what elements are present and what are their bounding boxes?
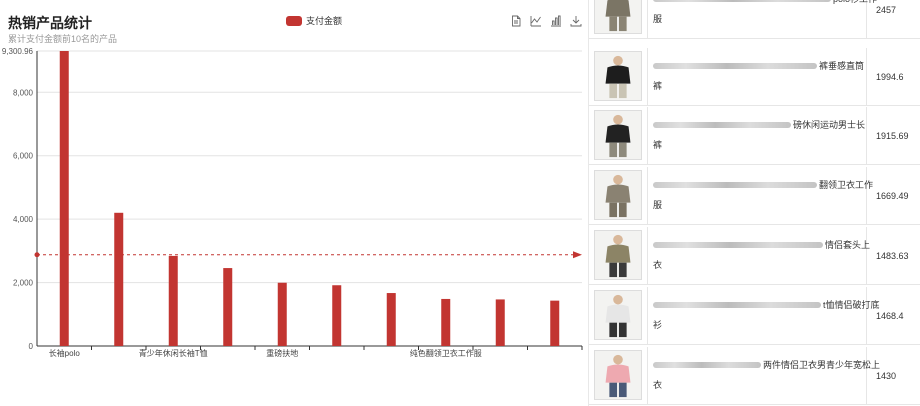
y-tick-label: 9,300.96 (2, 47, 34, 56)
payment-amount-cell: 1994.6 (876, 72, 904, 82)
table-row[interactable]: 情侣套头上衣 1483.63 (589, 227, 920, 285)
product-thumbnail[interactable] (594, 0, 642, 34)
table-row[interactable]: 磅休闲运动男士长裤 1915.69 (589, 107, 920, 165)
product-thumbnail[interactable] (594, 350, 642, 400)
x-tick-label: 重磅扶地 (266, 348, 298, 358)
chart-panel: 0 2,000 4,000 6,000 8,000 9,300.96 长袖polo 青少年休闲… (0, 0, 588, 406)
payment-amount-cell: 1669.49 (876, 191, 909, 201)
product-name-cell: t恤情侣破打底衫 (649, 287, 880, 345)
bar[interactable] (550, 300, 560, 346)
bar[interactable] (223, 268, 233, 346)
product-name-text-line2: 衫 (653, 320, 663, 330)
bar[interactable] (59, 51, 69, 346)
bar[interactable] (332, 285, 342, 346)
product-name-text: 翻领卫衣工作 (819, 180, 874, 190)
product-thumbnail[interactable] (594, 290, 642, 340)
redacted-text (653, 0, 831, 2)
product-name-text: 两件情侣卫衣男青少年宽松上 (763, 360, 881, 370)
product-name-cell: 两件情侣卫衣男青少年宽松上衣 (649, 347, 880, 405)
product-image-cell (589, 0, 648, 39)
product-name-text: 磅休闲运动男士长 (793, 120, 866, 130)
product-name-text-line2: 服 (653, 14, 663, 24)
product-table[interactable]: polo衫工作服2457 裤垂感直筒裤1994.6 磅休闲运动男士长裤1915.… (589, 0, 920, 406)
table-row[interactable]: polo衫工作服2457 (589, 0, 920, 39)
product-thumbnail[interactable] (594, 230, 642, 280)
payment-amount-cell: 2457 (876, 5, 897, 15)
x-tick-label: 纯色翻领卫衣工作服 (410, 348, 482, 358)
bar-chart-icon[interactable] (550, 15, 562, 27)
table-row[interactable]: 裤垂感直筒裤 1994.6 (589, 48, 920, 106)
product-name-cell: polo衫工作服 (649, 0, 877, 39)
x-tick-label: 青少年休闲长袖T恤 (139, 348, 208, 358)
average-line-arrow (573, 251, 582, 259)
product-name-text: 裤垂感直筒 (819, 61, 865, 71)
product-name-cell: 裤垂感直筒裤 (649, 48, 867, 106)
product-name-text-line2: 裤 (653, 81, 663, 91)
redacted-text (653, 182, 817, 188)
redacted-text (653, 302, 821, 308)
bar[interactable] (114, 212, 124, 346)
bar[interactable] (441, 298, 451, 346)
redacted-text (653, 63, 817, 69)
product-name-cell: 情侣套头上衣 (649, 227, 871, 285)
download-icon[interactable] (570, 15, 582, 27)
product-thumbnail[interactable] (594, 170, 642, 220)
redacted-text (653, 362, 761, 368)
table-row[interactable]: 两件情侣卫衣男青少年宽松上衣 1430 (589, 347, 920, 405)
product-name-text: 情侣套头上 (825, 240, 871, 250)
line-chart-icon[interactable] (530, 15, 542, 27)
redacted-text (653, 242, 823, 248)
legend-label: 支付金额 (306, 16, 343, 26)
product-image-cell (589, 167, 648, 225)
bar-chart: 0 2,000 4,000 6,000 8,000 9,300.96 长袖polo 青少年休闲… (2, 47, 583, 358)
bar[interactable] (168, 255, 178, 346)
chart-title: 热销产品统计 (8, 15, 92, 31)
table-row[interactable]: 翻领卫衣工作服 1669.49 (589, 167, 920, 225)
bar[interactable] (277, 282, 287, 346)
product-name-cell: 翻领卫衣工作服 (649, 167, 873, 225)
y-tick-label: 6,000 (13, 152, 34, 161)
product-name-cell: 磅休闲运动男士长裤 (649, 107, 867, 165)
product-image-cell (589, 287, 648, 345)
legend-swatch (286, 15, 302, 26)
payment-amount-cell: 1483.63 (876, 251, 909, 261)
redacted-text (653, 122, 791, 128)
bar[interactable] (386, 293, 396, 346)
payment-amount-cell: 1468.4 (876, 311, 904, 321)
product-name-text-line2: 衣 (653, 260, 663, 270)
product-name-text-line2: 裤 (653, 140, 663, 150)
product-image-cell (589, 107, 648, 165)
product-thumbnail[interactable] (594, 51, 642, 101)
y-tick-label: 2,000 (13, 279, 34, 288)
average-line-start (34, 252, 40, 258)
product-image-cell (589, 48, 648, 106)
product-image-cell (589, 347, 648, 405)
table-row[interactable]: t恤情侣破打底衫 1468.4 (589, 287, 920, 345)
payment-amount-cell: 1915.69 (876, 131, 909, 141)
y-tick-label: 0 (29, 342, 34, 351)
payment-amount-cell: 1430 (876, 371, 897, 381)
chart-legend[interactable]: 支付金额 (286, 14, 342, 27)
product-image-cell (589, 227, 648, 285)
product-name-text-line2: 服 (653, 200, 663, 210)
chart-toolbox (510, 15, 582, 27)
chart-subtitle: 累计支付金额前10名的产品 (8, 34, 118, 44)
product-name-text-line2: 衣 (653, 380, 663, 390)
y-tick-label: 4,000 (13, 215, 34, 224)
product-thumbnail[interactable] (594, 110, 642, 160)
x-tick-label: 长袖polo (49, 348, 81, 358)
y-tick-label: 8,000 (13, 88, 34, 97)
data-view-icon[interactable] (510, 15, 522, 27)
bar[interactable] (495, 299, 505, 346)
